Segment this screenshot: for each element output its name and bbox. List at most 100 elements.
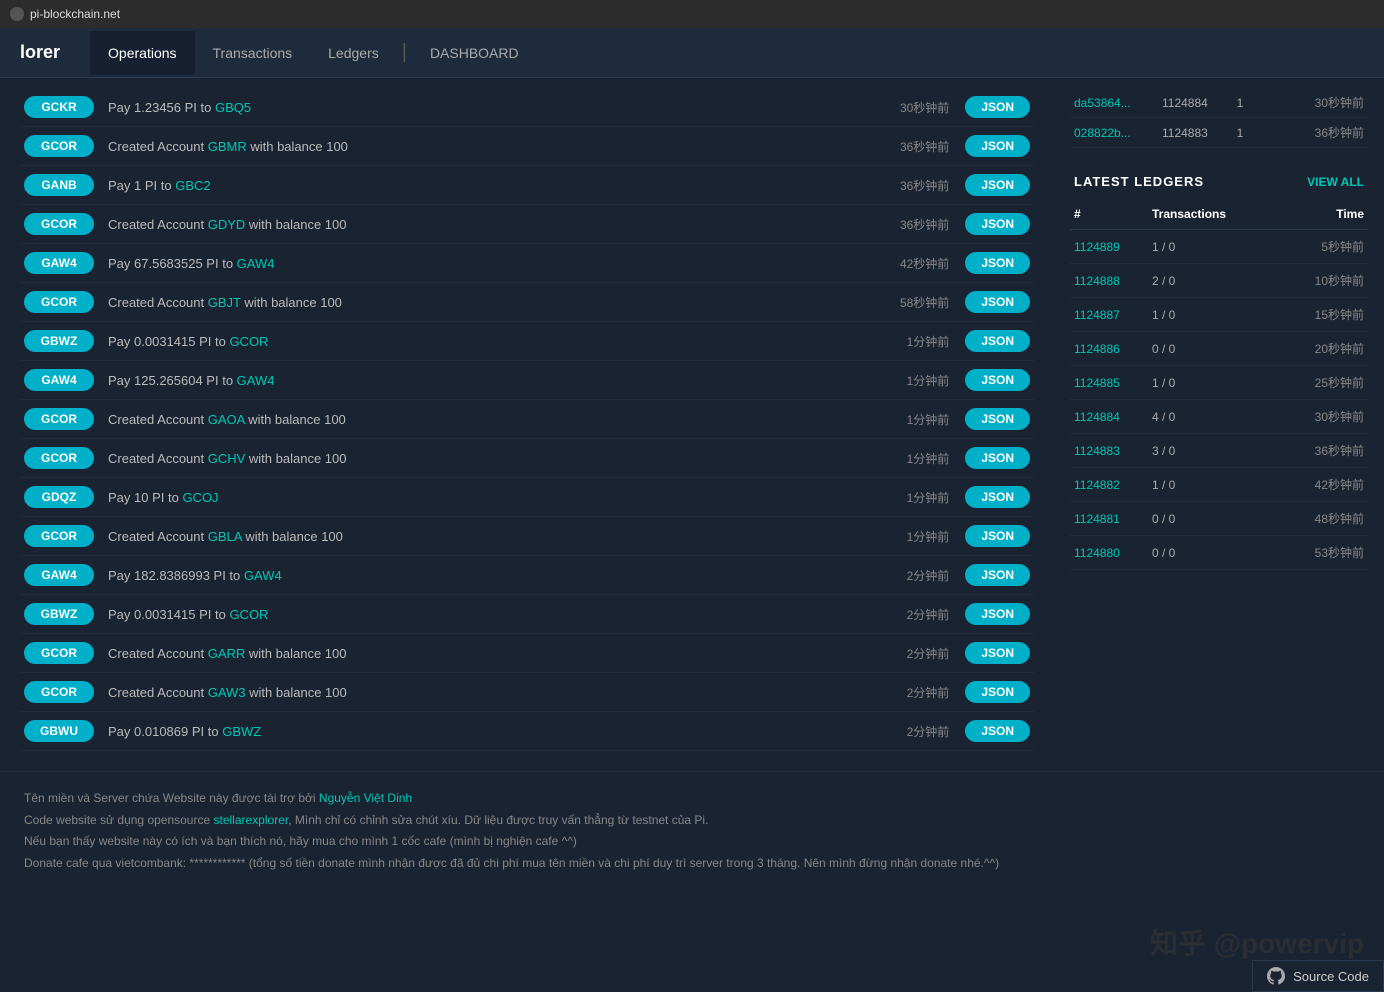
op-highlight[interactable]: GBWZ (222, 724, 261, 739)
source-code-badge[interactable]: Source Code (1252, 960, 1384, 992)
operation-row: GBWZPay 0.0031415 PI to GCOR2分钟前JSON (20, 595, 1034, 634)
json-button[interactable]: JSON (965, 291, 1030, 313)
json-button[interactable]: JSON (965, 681, 1030, 703)
op-description: Pay 125.265604 PI to GAW4 (108, 373, 869, 388)
ledger-num[interactable]: 1124880 (1074, 546, 1144, 560)
ledger-num[interactable]: 1124887 (1074, 308, 1144, 322)
col-tx: Transactions (1152, 207, 1286, 221)
op-time: 1分钟前 (869, 411, 949, 428)
ledger-num[interactable]: 1124886 (1074, 342, 1144, 356)
footer: Tên miền và Server chứa Website này được… (0, 771, 1384, 894)
json-button[interactable]: JSON (965, 135, 1030, 157)
footer-stellarexplorer-link[interactable]: stellarexplorer (214, 813, 289, 827)
ledger-num[interactable]: 1124889 (1074, 240, 1144, 254)
op-badge[interactable]: GCOR (24, 447, 94, 469)
op-highlight[interactable]: GAW4 (244, 568, 282, 583)
ledger-table-header: # Transactions Time (1070, 203, 1368, 230)
ledger-row: 11248882 / 010秒钟前 (1070, 264, 1368, 298)
op-highlight[interactable]: GCOR (229, 334, 268, 349)
ledger-num[interactable]: 1124885 (1074, 376, 1144, 390)
json-button[interactable]: JSON (965, 603, 1030, 625)
op-highlight[interactable]: GCOJ (182, 490, 218, 505)
operation-row: GAW4Pay 125.265604 PI to GAW41分钟前JSON (20, 361, 1034, 400)
op-badge[interactable]: GCKR (24, 96, 94, 118)
json-button[interactable]: JSON (965, 213, 1030, 235)
ledger-tx: 0 / 0 (1152, 512, 1286, 526)
op-highlight[interactable]: GCOR (229, 607, 268, 622)
op-highlight[interactable]: GARR (208, 646, 246, 661)
op-highlight[interactable]: GAW3 (208, 685, 246, 700)
operation-row: GCORCreated Account GBJT with balance 10… (20, 283, 1034, 322)
json-button[interactable]: JSON (965, 642, 1030, 664)
op-description: Created Account GCHV with balance 100 (108, 451, 869, 466)
op-highlight[interactable]: GAW4 (237, 256, 275, 271)
op-badge[interactable]: GBWZ (24, 330, 94, 352)
op-badge[interactable]: GCOR (24, 681, 94, 703)
view-all-link[interactable]: VIEW ALL (1307, 175, 1364, 189)
op-description: Pay 0.010869 PI to GBWZ (108, 724, 869, 739)
op-highlight[interactable]: GCHV (208, 451, 246, 466)
op-badge[interactable]: GBWZ (24, 603, 94, 625)
ledger-row: 11248851 / 025秒钟前 (1070, 366, 1368, 400)
op-badge[interactable]: GCOR (24, 291, 94, 313)
op-badge[interactable]: GDQZ (24, 486, 94, 508)
op-badge[interactable]: GANB (24, 174, 94, 196)
op-description: Created Account GARR with balance 100 (108, 646, 869, 661)
nav-dashboard[interactable]: DASHBOARD (412, 31, 537, 75)
op-badge[interactable]: GAW4 (24, 369, 94, 391)
footer-line4: Donate cafe qua vietcombank: ***********… (24, 853, 1360, 875)
ledger-time: 20秒钟前 (1294, 340, 1364, 357)
ledger-tx: 1 / 0 (1152, 376, 1286, 390)
ledger-num[interactable]: 1124883 (1074, 444, 1144, 458)
ledger-num[interactable]: 1124884 (1074, 410, 1144, 424)
nav-operations[interactable]: Operations (90, 31, 194, 75)
op-highlight[interactable]: GBJT (208, 295, 241, 310)
ledger-time: 30秒钟前 (1294, 408, 1364, 425)
json-button[interactable]: JSON (965, 369, 1030, 391)
tx-hash[interactable]: da53864... (1074, 96, 1154, 110)
footer-author-link[interactable]: Nguyễn Việt Dinh (319, 791, 412, 805)
op-highlight[interactable]: GBC2 (175, 178, 210, 193)
json-button[interactable]: JSON (965, 564, 1030, 586)
footer-line2-prefix: Code website sử dụng opensource (24, 813, 214, 827)
ledger-row: 11248871 / 015秒钟前 (1070, 298, 1368, 332)
op-highlight[interactable]: GBQ5 (215, 100, 251, 115)
op-time: 1分钟前 (869, 372, 949, 389)
op-highlight[interactable]: GBMR (208, 139, 247, 154)
op-badge[interactable]: GAW4 (24, 564, 94, 586)
json-button[interactable]: JSON (965, 252, 1030, 274)
tx-hash[interactable]: 028822b... (1074, 126, 1154, 140)
ledger-num[interactable]: 1124888 (1074, 274, 1144, 288)
json-button[interactable]: JSON (965, 486, 1030, 508)
operation-row: GCORCreated Account GBLA with balance 10… (20, 517, 1034, 556)
ledger-num[interactable]: 1124882 (1074, 478, 1144, 492)
op-badge[interactable]: GCOR (24, 525, 94, 547)
watermark: 知乎 @powervip (1150, 922, 1364, 962)
json-button[interactable]: JSON (965, 96, 1030, 118)
op-badge[interactable]: GCOR (24, 135, 94, 157)
nav-transactions[interactable]: Transactions (195, 31, 311, 75)
nav-divider: | (397, 41, 412, 64)
json-button[interactable]: JSON (965, 720, 1030, 742)
nav-ledgers[interactable]: Ledgers (310, 31, 397, 75)
op-time: 2分钟前 (869, 567, 949, 584)
ledger-num[interactable]: 1124881 (1074, 512, 1144, 526)
op-highlight[interactable]: GAW4 (237, 373, 275, 388)
op-highlight[interactable]: GAOA (208, 412, 245, 427)
json-button[interactable]: JSON (965, 174, 1030, 196)
op-highlight[interactable]: GBLA (208, 529, 242, 544)
op-badge[interactable]: GAW4 (24, 252, 94, 274)
op-highlight[interactable]: GDYD (208, 217, 246, 232)
op-badge[interactable]: GCOR (24, 642, 94, 664)
ledger-tx: 1 / 0 (1152, 308, 1286, 322)
op-time: 1分钟前 (869, 333, 949, 350)
op-badge[interactable]: GCOR (24, 213, 94, 235)
op-time: 36秒钟前 (869, 177, 949, 194)
op-badge[interactable]: GCOR (24, 408, 94, 430)
json-button[interactable]: JSON (965, 408, 1030, 430)
ledger-tx: 1 / 0 (1152, 240, 1286, 254)
json-button[interactable]: JSON (965, 330, 1030, 352)
json-button[interactable]: JSON (965, 447, 1030, 469)
op-badge[interactable]: GBWU (24, 720, 94, 742)
json-button[interactable]: JSON (965, 525, 1030, 547)
